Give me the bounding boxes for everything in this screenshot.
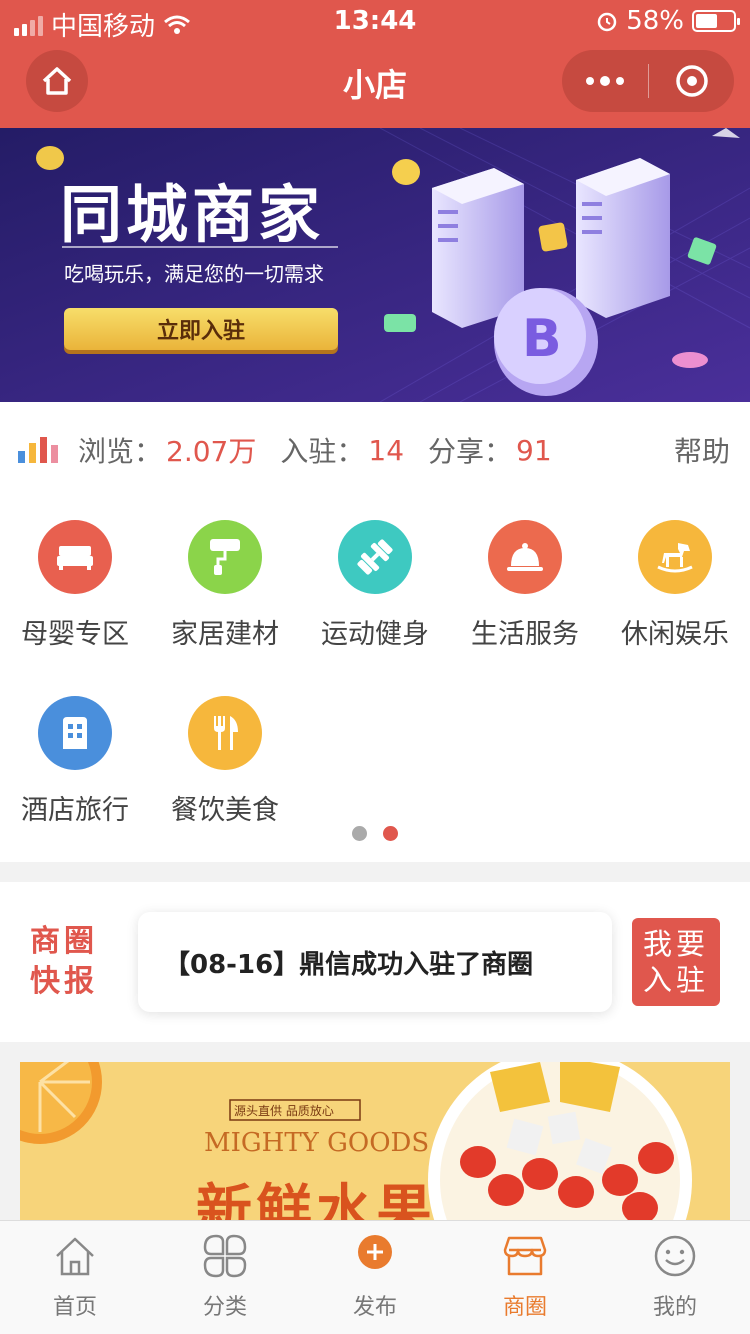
fruit-ad-banner[interactable]: 源头直供 品质放心 MIGHTY GOODS 新鲜水果 [20,1062,730,1220]
tab-label: 发布 [352,1295,397,1320]
tab-bar: 首页 分类 发布 商圈 我的 [0,1220,750,1334]
service-bell-icon [488,520,562,594]
tab-business-circle[interactable]: 商圈 [450,1221,600,1334]
category-life-services[interactable]: 生活服务 [450,520,600,651]
views-value: 2.07万 [166,435,257,468]
page-dot[interactable] [352,826,367,841]
stats-row: 浏览： 2.07万 入驻： 14 分享： 91 帮助 [18,428,730,472]
more-button[interactable] [562,50,648,112]
hotel-icon [38,696,112,770]
category-leisure[interactable]: 休闲娱乐 [600,520,750,651]
tab-label: 商圈 [502,1295,547,1320]
category-home-building[interactable]: 家居建材 [150,520,300,651]
help-link[interactable]: 帮助 [674,430,730,470]
stats-section: 浏览： 2.07万 入驻： 14 分享： 91 帮助 母婴专区 家居建材 运动健… [0,402,750,862]
svg-text:B: B [522,309,562,369]
ad-slogan: 源头直供 品质放心 [234,1104,334,1118]
close-button[interactable] [649,50,734,112]
category-icon [203,1234,247,1278]
category-label: 家居建材 [171,619,279,650]
category-label: 母婴专区 [21,619,129,650]
ad-english-title: MIGHTY GOODS [204,1128,430,1158]
shares-label: 分享： [428,435,513,468]
news-section: 商圈 快报 【08-16】鼎信成功入驻了商圈 我要 入驻 [0,882,750,1042]
category-label: 休闲娱乐 [621,619,729,650]
shares-value: 91 [516,433,552,467]
tab-label: 我的 [652,1295,697,1320]
plus-circle-icon [358,1235,392,1269]
category-label: 生活服务 [471,619,579,650]
news-tag-line2: 快报 [30,964,98,999]
news-ticker[interactable]: 【08-16】鼎信成功入驻了商圈 [138,912,612,1012]
banner-title: 同城商家 [60,178,325,251]
dumbbell-icon [338,520,412,594]
banner-divider [62,246,338,248]
news-tag: 商圈 快报 [30,922,102,1002]
join-now-button[interactable]: 立即入驻 [64,308,338,350]
promo-banner[interactable]: B 同城商家 吃喝玩乐，满足您的一切需求 立即入驻 [0,128,750,402]
category-maternity[interactable]: 母婴专区 [0,520,150,651]
paint-roller-icon [188,520,262,594]
news-tag-line1: 商圈 [30,924,98,959]
fork-knife-icon [188,696,262,770]
category-fitness[interactable]: 运动健身 [300,520,450,651]
smile-icon [654,1235,696,1277]
target-icon [675,65,708,97]
category-hotel-travel[interactable]: 酒店旅行 [0,696,150,827]
battery-icon [692,10,740,32]
tab-category[interactable]: 分类 [150,1221,300,1334]
mini-program-capsule [562,50,734,112]
page-indicator [0,826,750,841]
join-button-line1: 我要 [642,927,709,961]
page-dot-active[interactable] [383,826,398,841]
tab-profile[interactable]: 我的 [600,1221,750,1334]
alarm-icon [597,12,617,32]
tab-publish[interactable]: 发布 [300,1221,450,1334]
joined-label: 入驻： [280,435,365,468]
shop-icon [503,1236,547,1276]
category-label: 运动健身 [321,619,429,650]
ad-title: 新鲜水果 [196,1179,436,1220]
news-text: 【08-16】鼎信成功入驻了商圈 [164,949,534,980]
battery-percent: 58% [626,6,684,36]
join-button[interactable]: 我要 入驻 [632,918,720,1006]
rocking-horse-icon [638,520,712,594]
status-bar: 中国移动 13:44 58% [0,0,750,42]
category-label: 餐饮美食 [171,795,279,826]
nav-bar: 小店 [0,40,750,128]
join-button-line2: 入驻 [642,963,709,997]
bar-chart-icon [18,437,58,463]
joined-value: 14 [368,433,405,467]
category-food[interactable]: 餐饮美食 [150,696,300,827]
tab-home[interactable]: 首页 [0,1221,150,1334]
tab-label: 首页 [52,1295,97,1320]
top-bar: 中国移动 13:44 58% 小店 [0,0,750,128]
bed-icon [38,520,112,594]
category-label: 酒店旅行 [21,795,129,826]
tab-label: 分类 [202,1295,247,1320]
views-label: 浏览： [78,435,163,468]
banner-subtitle: 吃喝玩乐，满足您的一切需求 [64,262,324,286]
home-icon [56,1237,94,1276]
